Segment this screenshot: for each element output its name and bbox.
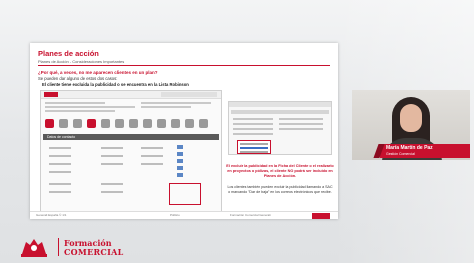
crm-field: [101, 155, 123, 157]
footer-logo: [312, 213, 330, 219]
crm-icon: [101, 119, 110, 128]
crm-row: [45, 102, 105, 104]
crm-field: [101, 183, 123, 185]
crm-plan-row: [279, 128, 323, 130]
slide-bullet: El cliente tiene excluida la publicidad …: [42, 82, 189, 87]
crm-field: [49, 191, 71, 193]
crm-icon: [171, 119, 180, 128]
presenter-role: Gestión Comercial: [386, 152, 415, 156]
crm-section-title: Datos de contacto: [47, 135, 76, 139]
crm-plan-dropdown: [237, 140, 271, 154]
crm-row: [45, 106, 135, 108]
crm-icon: [59, 119, 68, 128]
crm-plan-screenshot: [228, 101, 332, 155]
crm-icon: [73, 119, 82, 128]
crm-field: [49, 183, 71, 185]
crm-field: [141, 147, 163, 149]
slide-note-secondary: Los clientes también pueden excluir la p…: [227, 185, 333, 194]
crm-toolbar: [161, 92, 217, 97]
crm-field: [49, 155, 71, 157]
footer-right: Formación Comercial Generali: [230, 213, 271, 217]
crm-topbar: [41, 91, 221, 99]
crm-plan-row: [233, 118, 273, 120]
crm-field: [49, 147, 71, 149]
title-rule: [38, 65, 330, 66]
crm-icon: [45, 119, 54, 128]
crm-row: [141, 102, 211, 104]
crm-field: [101, 163, 123, 165]
crm-plan-tabs: [231, 110, 329, 114]
crm-client-screenshot: Datos de contacto: [40, 90, 222, 212]
crm-field: [101, 147, 123, 149]
presenter-video: María Martín de Paz Gestión Comercial: [352, 90, 470, 160]
brand-divider: [58, 238, 59, 256]
crm-plan-row: [233, 133, 273, 135]
brand-line-2: COMERCIAL: [64, 247, 124, 257]
crm-row: [45, 110, 115, 112]
crm-icon-bar: [43, 119, 219, 129]
slide-note: El excluir la publicidad en la Ficha del…: [226, 164, 334, 178]
crm-plan-row: [279, 118, 323, 120]
crm-icon: [199, 119, 208, 128]
presenter-face: [400, 104, 422, 132]
presentation-slide: Planes de acción Planes de Acción - Cons…: [30, 43, 338, 219]
footer-left: Generali España © 1/1: [36, 213, 67, 217]
crm-field: [141, 155, 163, 157]
crm-social-icons: [177, 145, 207, 179]
crm-icon: [129, 119, 138, 128]
slide-title: Planes de acción: [38, 49, 99, 58]
crm-section-bar: Datos de contacto: [43, 134, 219, 140]
crm-icon: [143, 119, 152, 128]
presenter-name: María Martín de Paz: [386, 145, 433, 151]
crm-highlight-box: [169, 183, 201, 205]
crm-plan-row: [233, 123, 273, 125]
slide-intro: Se pueden dar alguno de estos dos casos:: [38, 76, 118, 81]
slide-question: ¿Por qué, a veces, no me aparecen client…: [38, 70, 158, 75]
crm-plan-row: [233, 128, 273, 130]
slide-subtitle: Planes de Acción - Consideraciones Impor…: [38, 59, 125, 64]
crm-logo: [44, 92, 58, 97]
crm-icon: [115, 119, 124, 128]
crm-field: [141, 163, 163, 165]
generali-lion-logo: [21, 239, 47, 257]
footer-center: Público: [170, 213, 180, 217]
crm-plan-row: [279, 123, 323, 125]
crm-field: [49, 171, 71, 173]
slide-footer: Generali España © 1/1 Público Formación …: [30, 211, 338, 219]
crm-field: [49, 163, 71, 165]
presenter-name-tag: María Martín de Paz Gestión Comercial: [373, 144, 470, 158]
crm-field: [101, 191, 123, 193]
crm-icon: [157, 119, 166, 128]
crm-row: [141, 106, 191, 108]
crm-icon: [185, 119, 194, 128]
crm-icon: [87, 119, 96, 128]
crm-plan-toolbar: [229, 102, 331, 107]
